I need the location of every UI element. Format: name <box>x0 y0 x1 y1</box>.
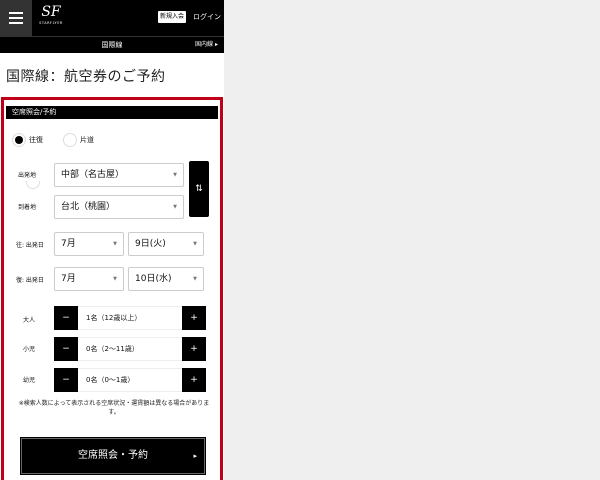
return-day-value: 10日(水) <box>135 274 172 284</box>
logo-mark: SF <box>41 4 61 20</box>
caret-down-icon: ▼ <box>113 276 117 282</box>
child-plus-button[interactable]: + <box>182 337 206 361</box>
domestic-link-label: 国内線 <box>195 41 214 48</box>
trip-type-label: 往復 <box>29 136 43 144</box>
outbound-day-select[interactable]: 9日(火) ▼ <box>128 232 204 256</box>
route-connector-icon <box>26 181 40 189</box>
departure-value: 中部（名古屋） <box>61 170 125 180</box>
trip-type-label: 片道 <box>80 136 94 144</box>
arrival-value: 台北（桃園） <box>61 202 116 212</box>
mobile-viewport: SF STARFLYER 新規入会 ログイン 国際線 国内線 ▸ 国際線：航空券… <box>0 0 224 480</box>
booking-form: 空席照会/予約 往復 片道 出発地 中部（名古屋） ▼ 到着地 台北（桃園） ▼… <box>1 97 223 480</box>
search-reserve-button[interactable]: 空席照会・予約 ▸ <box>20 437 206 475</box>
section-bar: 国際線 国内線 ▸ <box>0 36 224 53</box>
search-reserve-label: 空席照会・予約 <box>78 450 148 461</box>
chevron-right-icon: ▸ <box>214 41 218 48</box>
return-date-label: 復: 出発日 <box>16 277 44 284</box>
caret-down-icon: ▼ <box>193 276 197 282</box>
top-header: SF STARFLYER 新規入会 ログイン <box>0 0 224 36</box>
outbound-day-value: 9日(火) <box>135 239 166 249</box>
trip-type-oneway[interactable]: 片道 <box>63 133 94 147</box>
departure-select[interactable]: 中部（名古屋） ▼ <box>54 163 184 187</box>
login-link[interactable]: ログイン <box>193 11 221 23</box>
signup-button[interactable]: 新規入会 <box>158 11 187 23</box>
outbound-month-select[interactable]: 7月 ▼ <box>54 232 124 256</box>
return-month-select[interactable]: 7月 ▼ <box>54 267 124 291</box>
caret-down-icon: ▼ <box>193 241 197 247</box>
radio-checked-icon[interactable] <box>12 133 26 147</box>
caret-down-icon: ▼ <box>173 172 177 178</box>
page-title: 国際線：航空券のご予約 <box>6 69 166 85</box>
section-title: 国際線 <box>101 41 123 49</box>
outbound-month-value: 7月 <box>61 239 76 249</box>
hamburger-menu-icon[interactable] <box>0 0 32 36</box>
infant-plus-button[interactable]: + <box>182 368 206 392</box>
chevron-right-icon: ▸ <box>193 452 197 460</box>
form-heading: 空席照会/予約 <box>6 106 218 119</box>
adult-count: 1名（12歳以上） <box>78 306 182 330</box>
adult-label: 大人 <box>23 317 36 324</box>
arrival-select[interactable]: 台北（桃園） ▼ <box>54 195 184 219</box>
return-day-select[interactable]: 10日(水) ▼ <box>128 267 204 291</box>
swap-airports-button[interactable]: ⇅ <box>189 161 209 217</box>
departure-label: 出発地 <box>18 172 37 179</box>
search-note: ※検索人数によって表示される空席状況・運賃額は異なる場合があります。 <box>18 400 210 416</box>
swap-icon: ⇅ <box>195 184 203 194</box>
child-count: 0名（2〜11歳） <box>78 337 182 361</box>
outbound-date-label: 往: 出発日 <box>16 242 44 249</box>
caret-down-icon: ▼ <box>173 204 177 210</box>
radio-unchecked-icon[interactable] <box>63 133 77 147</box>
infant-minus-button[interactable]: − <box>54 368 78 392</box>
arrival-label: 到着地 <box>18 204 37 211</box>
return-month-value: 7月 <box>61 274 76 284</box>
infant-count: 0名（0〜1歳） <box>78 368 182 392</box>
trip-type-roundtrip[interactable]: 往復 <box>12 133 43 147</box>
infant-label: 幼児 <box>23 377 36 384</box>
child-minus-button[interactable]: − <box>54 337 78 361</box>
adult-plus-button[interactable]: + <box>182 306 206 330</box>
logo-text: STARFLYER <box>39 21 63 25</box>
starflyer-logo[interactable]: SF STARFLYER <box>36 4 66 32</box>
domestic-link[interactable]: 国内線 ▸ <box>195 37 218 53</box>
caret-down-icon: ▼ <box>113 241 117 247</box>
child-label: 小児 <box>23 346 36 353</box>
adult-minus-button[interactable]: − <box>54 306 78 330</box>
